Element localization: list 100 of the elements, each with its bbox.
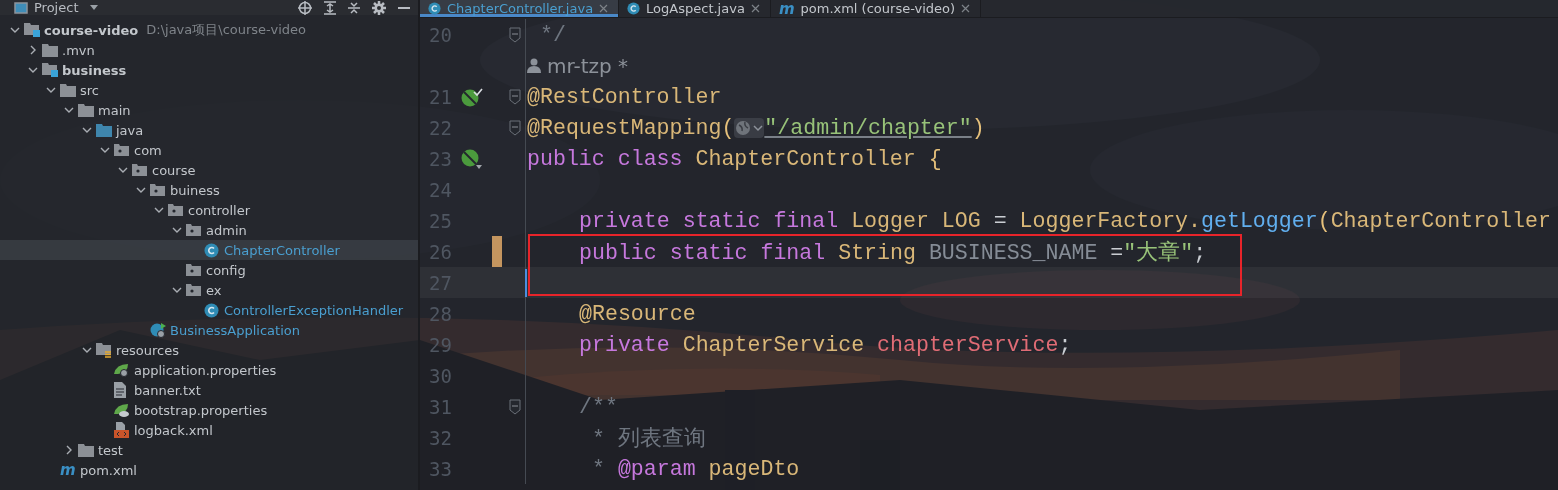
code-line: @RestController	[527, 84, 722, 109]
maven-icon: m	[60, 463, 76, 477]
tree-item[interactable]: BusinessApplication	[0, 320, 418, 340]
code-line: public static final String BUSINESS_NAME ="大章";	[578, 239, 1207, 266]
chevron-down-icon[interactable]	[154, 207, 164, 213]
person-icon	[527, 58, 541, 73]
folder-icon	[78, 443, 94, 457]
fold-marker-icon[interactable]	[509, 398, 521, 415]
code-line: */	[538, 22, 566, 47]
folder-icon	[78, 103, 94, 117]
tree-item[interactable]: java	[0, 120, 418, 140]
folder-icon	[42, 43, 58, 57]
close-icon[interactable]	[750, 4, 760, 13]
tree-item[interactable]: buiness	[0, 180, 418, 200]
tree-item[interactable]: course-video D:\java项目\course-video	[0, 20, 418, 40]
tree-item[interactable]: ControllerExceptionHandler	[0, 300, 418, 320]
folder-icon	[96, 123, 112, 137]
code-line: public class ChapterController {	[527, 146, 942, 171]
line-number: 31	[429, 395, 452, 418]
code-line: private static final Logger LOG = LoggerFactory.getLogger(ChapterController	[578, 208, 1551, 233]
code-line: /**	[578, 394, 618, 419]
chevron-right-icon[interactable]	[30, 45, 36, 55]
code-line: * @param pageDto	[590, 456, 800, 481]
tree-item[interactable]: ex	[0, 280, 418, 300]
chevron-down-icon[interactable]	[82, 347, 92, 353]
expand-all-icon[interactable]	[324, 0, 336, 15]
author-hint[interactable]: mr-tzp *	[547, 53, 629, 78]
change-marker[interactable]	[492, 236, 502, 267]
package-folder-icon	[168, 204, 183, 216]
window-icon	[14, 1, 28, 14]
code-line: * 列表查询	[590, 426, 706, 452]
tree-item[interactable]: controller	[0, 200, 418, 220]
close-icon[interactable]	[961, 4, 971, 13]
line-number: 33	[429, 457, 452, 480]
tree-item[interactable]: src	[0, 80, 418, 100]
folder-icon	[60, 83, 76, 97]
collapse-all-icon[interactable]	[348, 0, 360, 15]
tree-item[interactable]: ChapterController	[0, 240, 418, 260]
globe-dropdown-icon[interactable]	[734, 117, 765, 138]
fold-marker-icon[interactable]	[509, 88, 521, 105]
minimize-icon[interactable]	[398, 6, 410, 9]
tree-item[interactable]: bootstrap.properties	[0, 400, 418, 420]
chevron-right-icon[interactable]	[66, 445, 72, 455]
chevron-down-icon[interactable]	[64, 107, 74, 113]
package-folder-icon	[132, 164, 147, 176]
chevron-down-icon[interactable]	[172, 227, 182, 233]
text-caret	[525, 269, 527, 297]
tree-item[interactable]: business	[0, 60, 418, 80]
maven-icon: m	[778, 1, 795, 16]
path-hint: D:\java项目\course-video	[146, 21, 306, 39]
resources-folder-icon	[96, 342, 112, 358]
code-line: @Resource	[578, 301, 696, 326]
module-folder-icon	[24, 23, 40, 37]
editor-tab[interactable]: ChapterController.java	[420, 0, 620, 17]
close-icon[interactable]	[599, 4, 609, 13]
chevron-down-icon[interactable]	[118, 167, 128, 173]
tree-item[interactable]: admin	[0, 220, 418, 240]
editor-tab[interactable]: LogAspect.java	[619, 0, 771, 17]
tree-item[interactable]: m pom.xml	[0, 460, 418, 480]
class-file-icon	[204, 302, 219, 318]
bean-leaf-icon[interactable]	[461, 148, 483, 169]
panel-title[interactable]: Project	[34, 0, 79, 15]
tree-item[interactable]: com	[0, 140, 418, 160]
chevron-down-icon[interactable]	[100, 147, 110, 153]
tree-item[interactable]: application.properties	[0, 360, 418, 380]
code-line: private ChapterService chapterService;	[578, 332, 1072, 357]
package-folder-icon	[114, 144, 129, 156]
line-number: 32	[429, 426, 452, 449]
tree-item[interactable]: config	[0, 260, 418, 280]
tree-item[interactable]: .mvn	[0, 40, 418, 60]
fold-marker-icon[interactable]	[509, 119, 521, 136]
editor-tab[interactable]: m pom.xml (course-video)	[770, 0, 982, 17]
chevron-down-icon[interactable]	[46, 87, 56, 93]
line-number: 29	[429, 333, 452, 356]
bean-check-icon[interactable]	[461, 86, 483, 107]
module-folder-icon	[42, 63, 58, 77]
chevron-down-icon[interactable]	[172, 287, 182, 293]
settings-icon[interactable]	[372, 0, 386, 15]
tree-item[interactable]: logback.xml	[0, 420, 418, 440]
class-file-icon	[204, 242, 219, 258]
chevron-down-icon[interactable]	[28, 67, 38, 73]
tree-item[interactable]: course	[0, 160, 418, 180]
text-file-icon	[114, 382, 128, 398]
chevron-down-icon[interactable]	[82, 127, 92, 133]
chevron-down-icon[interactable]	[136, 187, 146, 193]
chevron-down-icon[interactable]	[10, 27, 20, 33]
package-folder-icon	[186, 264, 201, 276]
code-line: @RequestMapping( "/admin/chapter")	[527, 115, 985, 140]
spring-leaf-icon	[114, 363, 130, 377]
tree-item[interactable]: main	[0, 100, 418, 120]
class-file-icon	[428, 2, 441, 15]
tree-item[interactable]: banner.txt	[0, 380, 418, 400]
fold-marker-icon[interactable]	[509, 26, 521, 43]
package-folder-icon	[150, 184, 165, 196]
tree-item[interactable]: resources	[0, 340, 418, 360]
tree-item[interactable]: test	[0, 440, 418, 460]
caret-icon[interactable]	[90, 5, 99, 10]
application-class-icon	[150, 322, 166, 338]
locate-icon[interactable]	[298, 0, 312, 15]
package-folder-icon	[186, 284, 201, 296]
